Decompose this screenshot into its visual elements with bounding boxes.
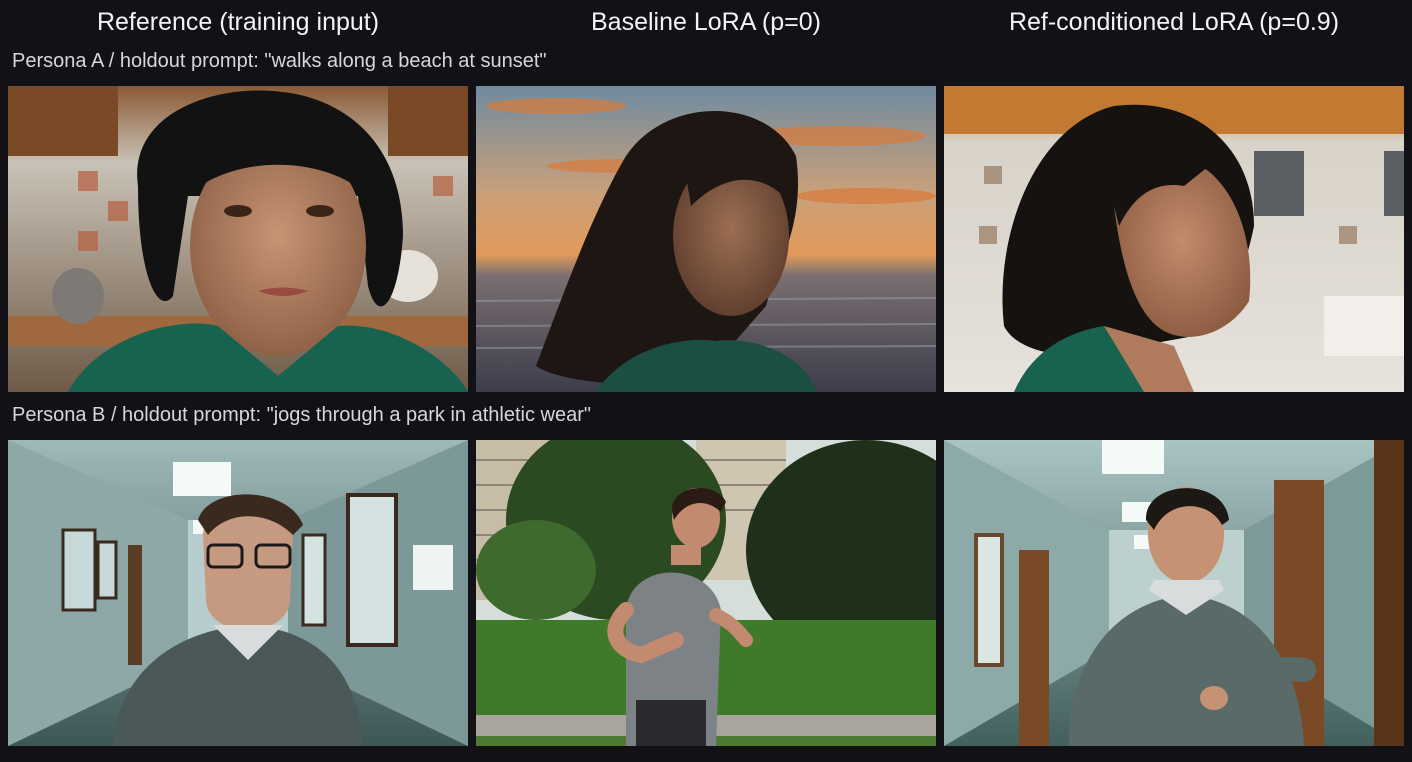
image-persona-a-baseline (476, 86, 936, 392)
row-label-persona-a: Persona A / holdout prompt: "walks along… (12, 50, 547, 72)
image-persona-b-ref-conditioned (944, 440, 1404, 746)
column-header-ref-conditioned: Ref-conditioned LoRA (p=0.9) (1008, 8, 1340, 36)
image-persona-a-reference (8, 86, 468, 392)
image-persona-a-ref-conditioned (944, 86, 1404, 392)
image-persona-b-baseline (476, 440, 936, 746)
column-header-baseline: Baseline LoRA (p=0) (590, 8, 821, 36)
row-label-persona-b: Persona B / holdout prompt: "jogs throug… (12, 404, 591, 426)
column-header-reference: Reference (training input) (96, 8, 380, 36)
image-persona-b-reference (8, 440, 468, 746)
